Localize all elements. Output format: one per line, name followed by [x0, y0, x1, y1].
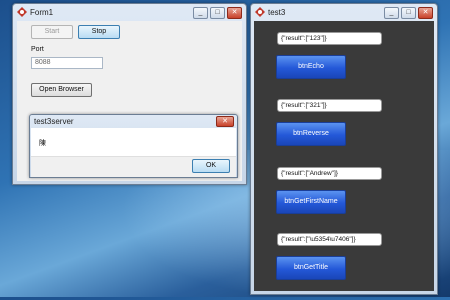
test3-client: {"result":["123"]} btnEcho {"result":["3… — [254, 21, 434, 291]
test3-window: test3 _ □ ✕ {"result":["123"]} btnEcho {… — [250, 3, 438, 295]
dialog-message: 陳 — [39, 140, 46, 147]
port-label: Port — [31, 46, 44, 53]
dialog-title: test3server — [34, 117, 74, 126]
stop-button[interactable]: Stop — [78, 25, 120, 39]
close-button[interactable]: ✕ — [227, 7, 242, 19]
open-browser-button[interactable]: Open Browser — [31, 83, 92, 97]
dialog-client: 陳 OK — [31, 128, 236, 177]
dialog-close-button[interactable]: ✕ — [216, 116, 234, 127]
minimize-button[interactable]: _ — [384, 7, 399, 19]
result-field-first-name[interactable]: {"result":["Andrew"]} — [277, 167, 382, 180]
result-field-title[interactable]: {"result":["\u5354\u7406"]} — [277, 233, 382, 246]
maximize-button[interactable]: □ — [210, 7, 225, 19]
app-icon — [17, 7, 27, 17]
btn-reverse[interactable]: btnReverse — [276, 122, 346, 146]
ok-button[interactable]: OK — [192, 159, 230, 173]
dialog-titlebar[interactable]: test3server ✕ — [30, 115, 237, 128]
btn-echo[interactable]: btnEcho — [276, 55, 346, 79]
minimize-button[interactable]: _ — [193, 7, 208, 19]
test3-title: test3 — [268, 8, 286, 17]
app-icon — [255, 7, 265, 17]
form1-titlebar[interactable]: Form1 _ □ ✕ — [13, 4, 246, 21]
close-button[interactable]: ✕ — [418, 7, 433, 19]
test3server-dialog: test3server ✕ 陳 OK — [29, 114, 238, 178]
btn-get-title[interactable]: btnGetTitle — [276, 256, 346, 280]
test3-titlebar[interactable]: test3 _ □ ✕ — [251, 4, 437, 21]
port-input[interactable]: 8088 — [31, 57, 103, 69]
btn-get-first-name[interactable]: btnGetFirstName — [276, 190, 346, 214]
result-field-echo[interactable]: {"result":["123"]} — [277, 32, 382, 45]
result-field-reverse[interactable]: {"result":["321"]} — [277, 99, 382, 112]
maximize-button[interactable]: □ — [401, 7, 416, 19]
form1-title: Form1 — [30, 8, 54, 17]
start-button[interactable]: Start — [31, 25, 73, 39]
